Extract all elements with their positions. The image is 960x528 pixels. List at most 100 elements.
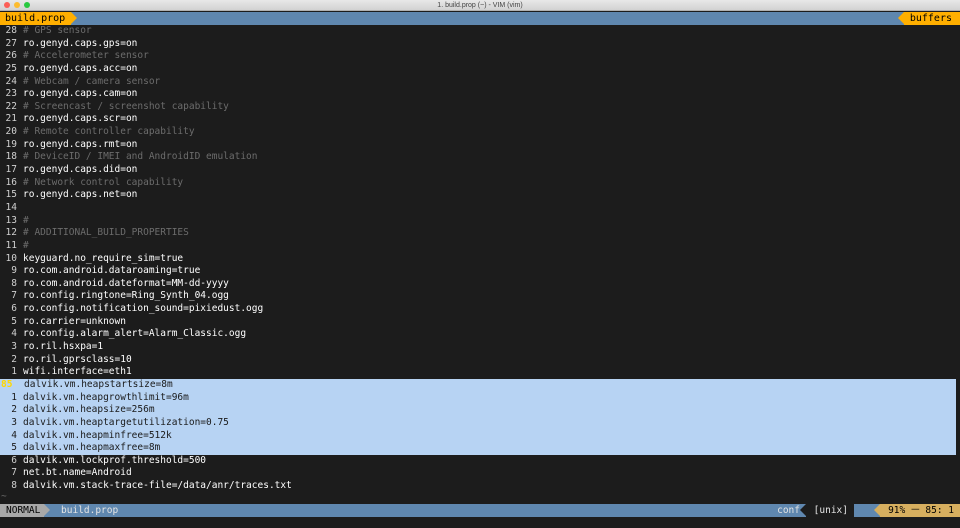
line-number: 85 [1,378,13,390]
line-number: 4 [11,328,17,340]
line-number: 8 [11,277,17,289]
line-text: wifi.interface=eth1 [23,366,132,378]
comment-text: # [23,239,29,251]
line-text: dalvik.vm.heapminfree=512k [23,429,172,441]
line-text: ro.genyd.caps.scr=on [23,113,138,125]
line-number: 6 [11,303,17,315]
line-text: ro.config.alarm_alert=Alarm_Classic.ogg [23,328,247,340]
editor-line[interactable]: 18 # DeviceID / IMEI and AndroidID emulat… [0,151,960,164]
editor-line[interactable]: 19 ro.genyd.caps.rmt=on [0,139,960,152]
line-text: dalvik.vm.heapgrowthlimit=96m [23,391,189,403]
command-line[interactable] [0,517,960,528]
comment-text: # ADDITIONAL_BUILD_PROPERTIES [23,227,189,239]
editor-line[interactable]: 21 ro.genyd.caps.scr=on [0,113,960,126]
line-text: ro.genyd.caps.acc=on [23,62,138,74]
editor-line[interactable]: 17 ro.genyd.caps.did=on [0,164,960,177]
editor-line[interactable]: 20 # Remote controller capability [0,126,960,139]
line-text: ro.com.android.dataroaming=true [23,265,201,277]
editor-line[interactable]: 2 ro.ril.gprsclass=10 [0,354,960,367]
editor-line[interactable]: 11 # [0,240,960,253]
line-text: ro.ril.gprsclass=10 [23,353,132,365]
editor-line[interactable]: 22 # Screencast / screenshot capability [0,101,960,114]
line-number: 27 [5,37,17,49]
line-number: 24 [5,75,17,87]
editor-line[interactable]: 23 ro.genyd.caps.cam=on [0,88,960,101]
line-text: dalvik.vm.heapstartsize=8m [24,378,173,390]
editor-line[interactable]: 16 # Network control capability [0,177,960,190]
editor-line[interactable]: 3 ro.ril.hsxpa=1 [0,341,960,354]
status-filetype: conf [777,505,800,516]
editor-line[interactable]: 6 ro.config.notification_sound=pixiedust.… [0,303,960,316]
editor-line[interactable]: 27 ro.genyd.caps.gps=on [0,38,960,51]
comment-text: # Accelerometer sensor [23,50,149,62]
line-number: 4 [11,429,17,441]
line-number: 18 [5,151,17,163]
editor-line[interactable]: 8 ro.com.android.dateformat=MM-dd-yyyy [0,278,960,291]
editor-line-current[interactable]: 85 dalvik.vm.heapstartsize=8m [0,378,956,392]
line-number: 22 [5,100,17,112]
line-text: ro.ril.hsxpa=1 [23,341,104,353]
line-number: 20 [5,126,17,138]
comment-text: # Network control capability [23,176,184,188]
editor-line[interactable]: 7 ro.config.ringtone=Ring_Synth_04.ogg [0,290,960,303]
editor-line[interactable]: 1 wifi.interface=eth1 [0,366,960,379]
line-text: ro.genyd.caps.rmt=on [23,138,138,150]
line-text: ro.genyd.caps.net=on [23,189,138,201]
line-number: 1 [11,391,17,403]
comment-text: # [23,214,29,226]
line-number: 13 [5,214,17,226]
editor-line[interactable]: 6 dalvik.vm.lockprof.threshold=500 [0,455,960,468]
line-text: dalvik.vm.heapsize=256m [23,404,155,416]
line-number: 17 [5,164,17,176]
status-cursor-position: 91% ㅡ 85: 1 [874,504,960,517]
vim-statusline: NORMAL build.prop conf [unix] 91% ㅡ 85: … [0,504,960,517]
line-text: ro.carrier=unknown [23,315,126,327]
editor-line[interactable]: 15 ro.genyd.caps.net=on [0,189,960,202]
editor-buffer[interactable]: 28 # GPS sensor 27 ro.genyd.caps.gps=on 26 # … [0,25,960,493]
editor-line[interactable]: 14 [0,202,960,215]
line-number: 6 [11,454,17,466]
editor-line[interactable]: 24 # Webcam / camera sensor [0,76,960,89]
line-number: 7 [11,290,17,302]
line-text: ro.genyd.caps.gps=on [23,37,138,49]
line-number: 7 [11,467,17,479]
comment-text: # GPS sensor [23,25,92,36]
window-titlebar: 1. build.prop (~) - VIM (vim) [0,0,960,11]
editor-line[interactable]: 5 ro.carrier=unknown [0,316,960,329]
editor-line[interactable]: 7 net.bt.name=Android [0,467,960,480]
editor-line[interactable]: 5 dalvik.vm.heapmaxfree=8m [0,442,956,455]
vim-tabline: build.prop buffers [0,12,960,25]
line-number: 5 [11,315,17,327]
editor-line[interactable]: 1 dalvik.vm.heapgrowthlimit=96m [0,391,956,405]
editor-line[interactable]: 9 ro.com.android.dataroaming=true [0,265,960,278]
window-title: 1. build.prop (~) - VIM (vim) [437,2,523,9]
line-number: 28 [5,25,17,36]
line-number: 14 [5,201,17,213]
line-text: dalvik.vm.stack-trace-file=/data/anr/tra… [23,480,292,492]
comment-text: # Webcam / camera sensor [23,75,161,87]
editor-line[interactable]: 25 ro.genyd.caps.acc=on [0,63,960,76]
editor-line[interactable]: 4 dalvik.vm.heapminfree=512k [0,429,956,443]
line-text: dalvik.vm.lockprof.threshold=500 [23,454,207,466]
editor-line[interactable]: 26 # Accelerometer sensor [0,50,960,63]
editor-line[interactable]: 12 # ADDITIONAL_BUILD_PROPERTIES [0,227,960,240]
status-fileformat: [unix] [799,504,854,517]
line-text: ro.config.ringtone=Ring_Synth_04.ogg [23,290,229,302]
editor-line[interactable]: 13 # [0,215,960,228]
line-number: 12 [5,227,17,239]
editor-line[interactable]: 2 dalvik.vm.heapsize=256m [0,404,956,417]
line-number: 3 [11,341,17,353]
line-number: 1 [11,366,17,378]
line-number: 5 [11,442,17,454]
editor-line[interactable]: 28 # GPS sensor [0,25,960,38]
empty-line-tilde: ~ [1,491,7,502]
line-number: 23 [5,88,17,100]
editor-line[interactable]: 4 ro.config.alarm_alert=Alarm_Classic.ogg [0,328,960,341]
comment-text: # DeviceID / IMEI and AndroidID emulatio… [23,151,258,163]
editor-line[interactable]: 3 dalvik.vm.heaptargetutilization=0.75 [0,416,956,430]
line-number: 10 [5,252,17,264]
editor-line[interactable]: 8 dalvik.vm.stack-trace-file=/data/anr/tr… [0,480,960,493]
editor-line[interactable]: 10 keyguard.no_require_sim=true [0,253,960,266]
tab-build-prop[interactable]: build.prop [0,12,78,25]
line-number: 11 [5,239,17,251]
